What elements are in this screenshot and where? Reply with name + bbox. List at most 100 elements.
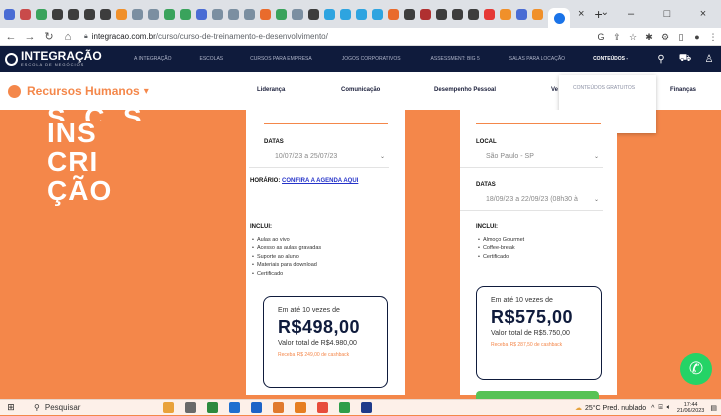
extensions-icon[interactable]: ⚙	[657, 32, 673, 43]
browser-tab[interactable]	[116, 8, 127, 20]
taskbar-app-icon[interactable]	[361, 402, 372, 413]
topnav-item-salas-para-locacao[interactable]: SALAS PARA LOCAÇÃO	[509, 56, 565, 62]
local-select[interactable]: São Paulo - SP ⌄	[460, 150, 603, 168]
taskbar-app-icon[interactable]	[185, 402, 196, 413]
browser-tab[interactable]	[196, 8, 207, 20]
browser-tab[interactable]	[420, 8, 431, 20]
subnav-item-lideranca[interactable]: Liderança	[257, 87, 285, 93]
browser-tab[interactable]	[228, 8, 239, 20]
subnav-item-vendas[interactable]: Ve	[551, 87, 558, 93]
category-brand[interactable]: Recursos Humanos ▾	[8, 84, 208, 98]
sidepanel-icon[interactable]: ▯	[673, 32, 689, 43]
browser-tab[interactable]	[468, 8, 479, 20]
whatsapp-icon[interactable]: ✆	[680, 353, 712, 385]
browser-tab[interactable]	[100, 8, 111, 20]
local-select-value: São Paulo - SP	[486, 153, 534, 160]
weather-text[interactable]: 25°C Pred. nublado	[585, 405, 646, 412]
volume-icon[interactable]: 🔈︎	[667, 404, 671, 412]
lock-icon[interactable]: 🔒︎	[84, 33, 88, 41]
browser-tab[interactable]	[52, 8, 63, 20]
browser-tab[interactable]	[308, 8, 319, 20]
browser-tab[interactable]	[84, 8, 95, 20]
browser-tab[interactable]	[212, 8, 223, 20]
browser-tab[interactable]	[452, 8, 463, 20]
taskbar-app-icon[interactable]	[317, 402, 328, 413]
datas-select[interactable]: 18/09/23 a 22/09/23 (08h30 à ⌄	[460, 193, 603, 211]
clock[interactable]: 17:44 21/06/2023	[677, 402, 705, 414]
browser-tab[interactable]	[356, 8, 367, 20]
taskbar-app-icon[interactable]	[163, 402, 174, 413]
close-icon[interactable]: ×	[685, 8, 721, 20]
windows-start-icon[interactable]: ⊞	[0, 402, 22, 413]
browser-tab[interactable]	[340, 8, 351, 20]
browser-tab[interactable]	[436, 8, 447, 20]
cart-icon[interactable]: ⛟	[673, 53, 697, 66]
browser-tab[interactable]	[132, 8, 143, 20]
notifications-icon[interactable]: ▤	[710, 404, 717, 412]
maximize-icon[interactable]: □	[649, 8, 685, 20]
browser-tab[interactable]	[404, 8, 415, 20]
browser-tab[interactable]	[180, 8, 191, 20]
browser-tab[interactable]	[388, 8, 399, 20]
topnav-item-cursos-para-empresa[interactable]: CURSOS PARA EMPRESA	[250, 56, 312, 62]
chevron-down-icon: ⌄	[593, 197, 599, 203]
back-arrow-icon[interactable]: ←	[3, 31, 19, 43]
taskbar-app-icon[interactable]	[339, 402, 350, 413]
menu-icon[interactable]: ⋮	[705, 32, 721, 43]
browser-tab[interactable]	[484, 8, 495, 20]
forward-arrow-icon[interactable]: →	[22, 31, 38, 43]
tray-chevron-icon[interactable]: ^	[651, 405, 654, 412]
browser-tab[interactable]	[260, 8, 271, 20]
browser-tab[interactable]	[324, 8, 335, 20]
dropdown-item-conteudos-gratuitos[interactable]: CONTEÚDOS GRATUITOS	[573, 85, 656, 91]
browser-tab[interactable]	[68, 8, 79, 20]
browser-tab[interactable]	[292, 8, 303, 20]
network-icon[interactable]: ⌸	[658, 404, 662, 412]
subnav-item-financas[interactable]: Finanças	[670, 87, 696, 93]
topnav-item-jogos-corporativos[interactable]: JOGOS CORPORATIVOS	[342, 56, 401, 62]
taskbar-search[interactable]: ⚲ Pesquisar	[34, 403, 124, 412]
browser-tab[interactable]	[36, 8, 47, 20]
taskbar-app-icon[interactable]	[251, 402, 262, 413]
topnav-item-conteudos[interactable]: CONTEÚDOS -	[593, 56, 628, 62]
taskbar-app-icon[interactable]	[229, 402, 240, 413]
installments-text: Em até 10 vezes de	[491, 297, 553, 304]
topnav-item-escolas[interactable]: ESCOLAS	[200, 56, 224, 62]
price-box: Em até 10 vezes de R$575,00 Valor total …	[476, 286, 602, 380]
browser-tab[interactable]	[244, 8, 255, 20]
browser-tab[interactable]	[372, 8, 383, 20]
google-icon[interactable]: G	[593, 32, 609, 42]
browser-tab[interactable]	[148, 8, 159, 20]
browser-tab[interactable]	[164, 8, 175, 20]
user-icon[interactable]: ♙	[697, 54, 721, 65]
taskbar-app-icon[interactable]	[207, 402, 218, 413]
taskbar-app-icon[interactable]	[295, 402, 306, 413]
browser-tab[interactable]	[20, 8, 31, 20]
topnav-item-assessment[interactable]: ASSESSMENT: BIG 5	[431, 56, 480, 62]
extension-pin-icon[interactable]: ✱	[641, 32, 657, 43]
search-icon[interactable]: ⚲	[649, 54, 673, 65]
browser-tab[interactable]	[4, 8, 15, 20]
browser-tab[interactable]	[500, 8, 511, 20]
tab-close-icon[interactable]: ×	[578, 8, 584, 20]
confira-agenda-link[interactable]: CONFIRA A AGENDA AQUI	[282, 178, 358, 184]
browser-tab-active[interactable]	[548, 8, 570, 28]
minimize-icon[interactable]: ‒	[613, 8, 649, 20]
tab-search-chevron-icon[interactable]: ⌄	[601, 7, 609, 18]
integracao-logo[interactable]: INTEGRAÇÃO ESCOLA DE NEGÓCIOS	[5, 50, 121, 67]
reload-icon[interactable]: ↻	[41, 30, 57, 43]
url-field[interactable]: 🔒︎ integracao.com.br/curso/curso-de-trei…	[84, 30, 328, 44]
taskbar-app-icon[interactable]	[273, 402, 284, 413]
subnav-item-comunicacao[interactable]: Comunicação	[341, 87, 380, 93]
browser-tab[interactable]	[276, 8, 287, 20]
star-icon[interactable]: ☆	[625, 32, 641, 43]
browser-tab[interactable]	[532, 8, 543, 20]
home-icon[interactable]: ⌂	[60, 31, 76, 43]
profile-icon[interactable]: ●	[689, 32, 705, 42]
browser-tab[interactable]	[516, 8, 527, 20]
datas-select[interactable]: 10/07/23 a 25/07/23 ⌄	[249, 150, 389, 168]
subnav-item-desempenho-pessoal[interactable]: Desempenho Pessoal	[434, 87, 496, 93]
buy-button-partial[interactable]	[476, 391, 599, 399]
share-icon[interactable]: ⇪	[609, 32, 625, 43]
topnav-item-a-integracao[interactable]: A INTEGRAÇÃO	[134, 56, 172, 62]
